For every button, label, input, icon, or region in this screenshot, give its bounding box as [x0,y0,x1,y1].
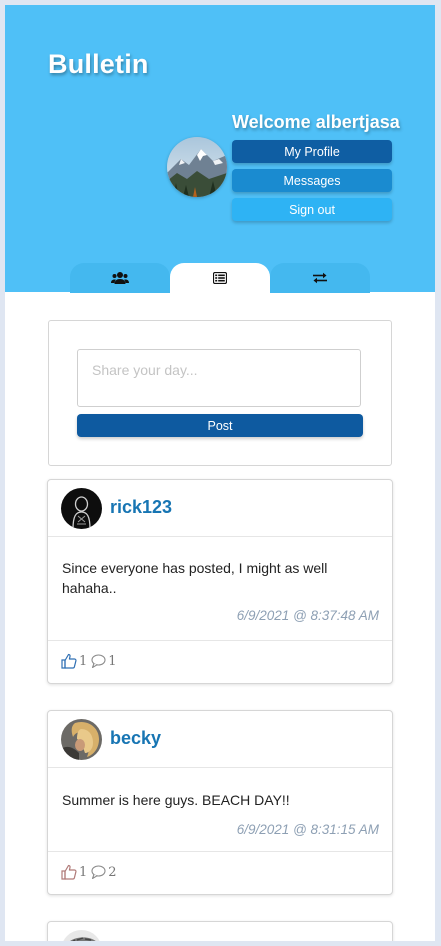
list-icon [213,272,227,284]
tab-friends[interactable] [70,263,170,293]
tab-feed[interactable] [170,263,270,293]
post-footer: 1 2 [48,851,392,894]
header-banner: Bulletin Welcome albertjasa My Profile M… [5,5,435,293]
avatar-image-icon [61,488,102,529]
post-text: Since everyone has posted, I might as we… [62,560,328,596]
messages-button[interactable]: Messages [232,169,392,192]
tab-exchange[interactable] [270,263,370,293]
comment-icon [91,654,106,669]
post-footer: 1 1 [48,640,392,683]
welcome-text: Welcome albertjasa [232,112,400,132]
app-title: Bulletin [48,49,149,79]
post-card: rick123 Since everyone has posted, I mig… [47,479,393,684]
reaction-bar: 1 1 [61,653,120,669]
post-timestamp: 6/9/2021 @ 8:37:48 AM [236,608,379,623]
like-button[interactable] [61,653,77,669]
post-text: Summer is here guys. BEACH DAY!! [62,792,290,808]
post-header: rick123 [48,480,392,537]
thumbs-up-icon [61,653,77,669]
avatar[interactable] [61,930,102,941]
comment-icon [91,865,106,880]
avatar-image-icon [61,719,102,760]
user-avatar[interactable] [167,137,227,197]
app-window: Bulletin Welcome albertjasa My Profile M… [5,5,435,941]
post-header: becky [48,711,392,768]
sign-out-button[interactable]: Sign out [232,198,392,221]
like-count: 1 [79,653,88,669]
post-card [47,921,393,941]
avatar-image-icon [61,930,102,941]
mountain-photo-icon [167,137,227,197]
my-profile-button[interactable]: My Profile [232,140,392,163]
post-username[interactable]: rick123 [110,497,172,518]
users-icon [111,272,129,284]
post-button[interactable]: Post [77,414,363,437]
thumbs-up-icon [61,864,77,880]
post-timestamp: 6/9/2021 @ 8:31:15 AM [236,822,379,837]
comment-button[interactable] [90,653,106,669]
like-count: 1 [79,864,88,880]
post-card: becky Summer is here guys. BEACH DAY!! 6… [47,710,393,895]
avatar[interactable] [61,719,102,760]
reaction-bar: 1 2 [61,864,120,880]
like-button[interactable] [61,864,77,880]
swap-arrows-icon [313,272,327,284]
post-composer: Post [48,320,392,466]
comment-count: 2 [108,864,117,880]
share-input[interactable] [77,349,361,407]
comment-button[interactable] [90,864,106,880]
post-username[interactable]: becky [110,728,161,749]
comment-count: 1 [108,653,117,669]
avatar[interactable] [61,488,102,529]
